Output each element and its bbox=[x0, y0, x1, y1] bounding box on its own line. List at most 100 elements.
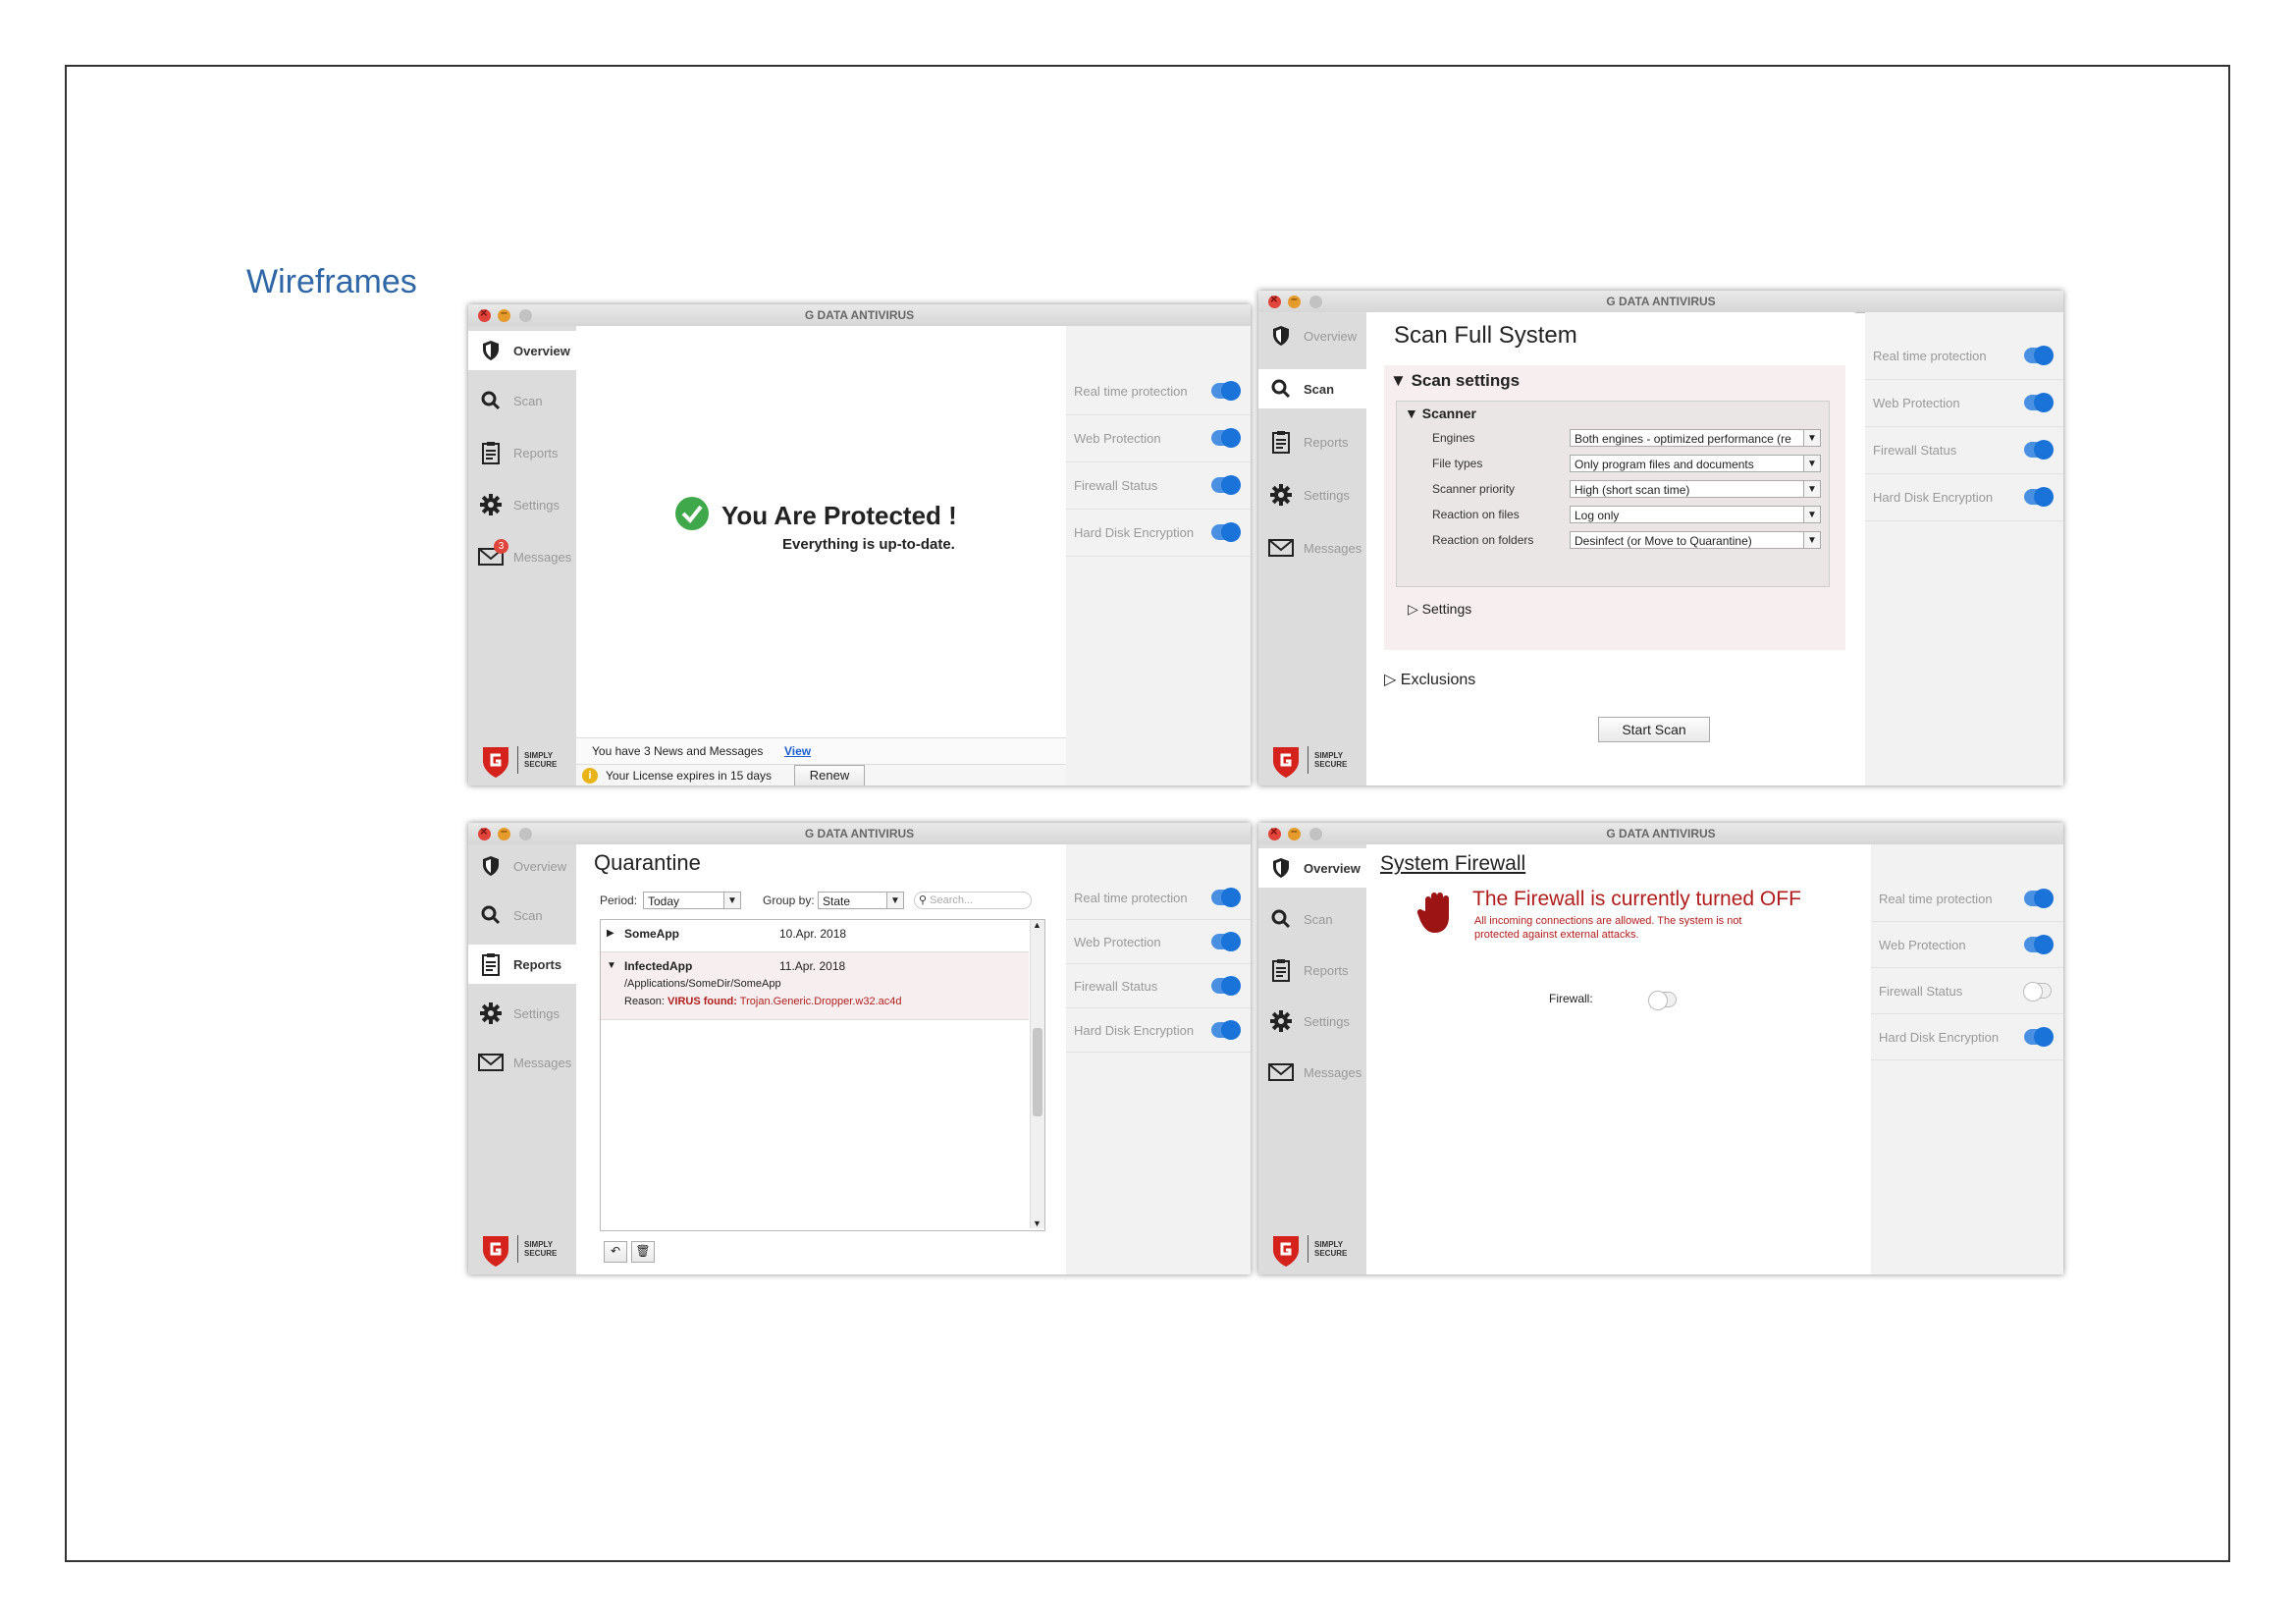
check-circle-icon bbox=[674, 496, 710, 536]
nav-overview[interactable]: Overview bbox=[468, 331, 576, 370]
minimize-button[interactable] bbox=[498, 305, 510, 322]
web-toggle[interactable] bbox=[1211, 428, 1241, 448]
nav-messages[interactable]: Messages bbox=[468, 1043, 576, 1082]
setting-select[interactable]: Log only ▼ bbox=[1570, 506, 1821, 523]
gear-icon bbox=[478, 1001, 504, 1026]
realtime-toggle[interactable] bbox=[1211, 381, 1241, 401]
view-link[interactable]: View bbox=[784, 744, 811, 758]
nav-overview[interactable]: Overview bbox=[1258, 316, 1366, 355]
logo-tagline: SECURE bbox=[524, 760, 558, 769]
setting-value: Both engines - optimized performance (re bbox=[1575, 432, 1791, 446]
firewall-main-toggle[interactable] bbox=[1648, 991, 1677, 1010]
firewall-toggle[interactable] bbox=[1211, 976, 1241, 996]
delete-button[interactable]: 🗑 bbox=[631, 1241, 655, 1263]
realtime-toggle[interactable] bbox=[2024, 346, 2054, 365]
nav-label: Scan bbox=[513, 393, 543, 408]
nav-label: Settings bbox=[1304, 487, 1350, 503]
scroll-up-icon[interactable]: ▲ bbox=[1033, 920, 1041, 930]
web-toggle[interactable] bbox=[2024, 393, 2054, 412]
zoom-button[interactable] bbox=[1309, 828, 1322, 840]
setting-select[interactable]: Desinfect (or Move to Quarantine) ▼ bbox=[1570, 531, 1821, 549]
search-icon bbox=[1268, 906, 1294, 932]
nav-scan[interactable]: Scan bbox=[1258, 899, 1366, 939]
license-bar: i Your License expires in 15 days Renew bbox=[576, 764, 1066, 785]
clipboard-icon bbox=[1268, 429, 1294, 455]
nav-reports[interactable]: Reports bbox=[468, 433, 576, 472]
status-realtime: Real time protection bbox=[1066, 367, 1251, 415]
list-item[interactable]: ▶ SomeApp 10.Apr. 2018 bbox=[601, 920, 1029, 952]
realtime-toggle[interactable] bbox=[1211, 888, 1241, 907]
setting-value: High (short scan time) bbox=[1575, 483, 1690, 497]
web-toggle[interactable] bbox=[1211, 932, 1241, 951]
period-select[interactable]: Today ▼ bbox=[643, 892, 741, 909]
triangle-right-icon: ▶ bbox=[607, 928, 614, 939]
web-toggle[interactable] bbox=[2024, 935, 2054, 954]
nav-overview[interactable]: Overview bbox=[468, 846, 576, 886]
firewall-toggle[interactable] bbox=[2024, 440, 2054, 460]
nav-scan[interactable]: Scan bbox=[468, 381, 576, 420]
disk-toggle[interactable] bbox=[2024, 487, 2054, 507]
group-label: Group by: bbox=[763, 893, 815, 907]
zoom-button[interactable] bbox=[519, 309, 532, 322]
zoom-button[interactable] bbox=[1309, 296, 1322, 308]
nav-reports[interactable]: Reports bbox=[1258, 422, 1366, 461]
minimize-button[interactable] bbox=[1288, 292, 1301, 308]
group-select[interactable]: State ▼ bbox=[818, 892, 904, 909]
realtime-toggle[interactable] bbox=[2024, 889, 2054, 908]
list-item[interactable]: ▼ InfectedApp 11.Apr. 2018 /Applications… bbox=[601, 952, 1029, 1020]
close-button[interactable] bbox=[1268, 824, 1281, 840]
triangle-right-icon: ▷ bbox=[1408, 601, 1418, 617]
minimize-button[interactable] bbox=[1288, 824, 1301, 840]
item-date: 11.Apr. 2018 bbox=[779, 959, 846, 973]
disk-toggle[interactable] bbox=[1211, 522, 1241, 542]
settings-expander[interactable]: ▷ Settings bbox=[1408, 601, 1471, 618]
search-input[interactable]: ⚲ Search... bbox=[914, 892, 1032, 909]
nav-scan[interactable]: Scan bbox=[1258, 369, 1366, 408]
setting-select[interactable]: Both engines - optimized performance (re… bbox=[1570, 429, 1821, 447]
nav-settings[interactable]: Settings bbox=[1258, 475, 1366, 514]
chevron-down-icon: ▼ bbox=[1803, 456, 1820, 471]
nav-messages[interactable]: 3 Messages bbox=[468, 537, 576, 576]
info-icon: i bbox=[582, 768, 598, 784]
restore-button[interactable]: ↶ bbox=[604, 1241, 627, 1263]
close-button[interactable] bbox=[478, 305, 491, 322]
firewall-toggle[interactable] bbox=[1211, 475, 1241, 495]
start-scan-button[interactable]: Start Scan bbox=[1598, 717, 1710, 742]
setting-select[interactable]: High (short scan time) ▼ bbox=[1570, 480, 1821, 498]
nav-reports[interactable]: Reports bbox=[468, 945, 576, 984]
window-title: G DATA ANTIVIRUS bbox=[1606, 827, 1716, 840]
zoom-button[interactable] bbox=[519, 828, 532, 840]
nav-label: Overview bbox=[1304, 328, 1358, 344]
close-button[interactable] bbox=[1268, 292, 1281, 308]
triangle-right-icon: ▷ bbox=[1384, 672, 1397, 688]
nav-settings[interactable]: Settings bbox=[1258, 1001, 1366, 1041]
minimize-button[interactable] bbox=[498, 824, 510, 840]
nav-overview[interactable]: Overview bbox=[1258, 848, 1366, 888]
close-button[interactable] bbox=[478, 824, 491, 840]
nav-settings[interactable]: Settings bbox=[468, 485, 576, 524]
nav-settings[interactable]: Settings bbox=[468, 994, 576, 1033]
nav-reports[interactable]: Reports bbox=[1258, 950, 1366, 990]
scroll-thumb[interactable] bbox=[1033, 1028, 1042, 1116]
page-title: Scan Full System bbox=[1394, 322, 1577, 349]
scan-settings-toggle[interactable]: ▼ Scan settings bbox=[1390, 371, 1520, 391]
search-placeholder: Search... bbox=[930, 894, 974, 906]
shield-icon bbox=[1268, 855, 1294, 881]
scan-window: G DATA ANTIVIRUS Overview Scan Reports S… bbox=[1258, 291, 2063, 785]
exclusions-expander[interactable]: ▷ Exclusions bbox=[1384, 670, 1475, 689]
setting-select[interactable]: Only program files and documents ▼ bbox=[1570, 455, 1821, 472]
nav-messages[interactable]: Messages bbox=[1258, 528, 1366, 568]
status-firewall: Firewall Status bbox=[1871, 968, 2063, 1014]
nav-label: Reports bbox=[513, 445, 559, 460]
main-content: You Are Protected ! Everything is up-to-… bbox=[576, 326, 1066, 785]
firewall-toggle[interactable] bbox=[2023, 982, 2052, 1001]
messages-badge: 3 bbox=[494, 539, 508, 554]
scroll-down-icon[interactable]: ▼ bbox=[1033, 1218, 1041, 1228]
scanner-toggle[interactable]: ▼ Scanner bbox=[1405, 406, 1476, 421]
disk-toggle[interactable] bbox=[1211, 1020, 1241, 1040]
scrollbar[interactable]: ▲ ▼ bbox=[1030, 920, 1044, 1228]
nav-scan[interactable]: Scan bbox=[468, 895, 576, 935]
renew-button[interactable]: Renew bbox=[794, 765, 865, 785]
nav-messages[interactable]: Messages bbox=[1258, 1053, 1366, 1092]
disk-toggle[interactable] bbox=[2024, 1027, 2054, 1047]
